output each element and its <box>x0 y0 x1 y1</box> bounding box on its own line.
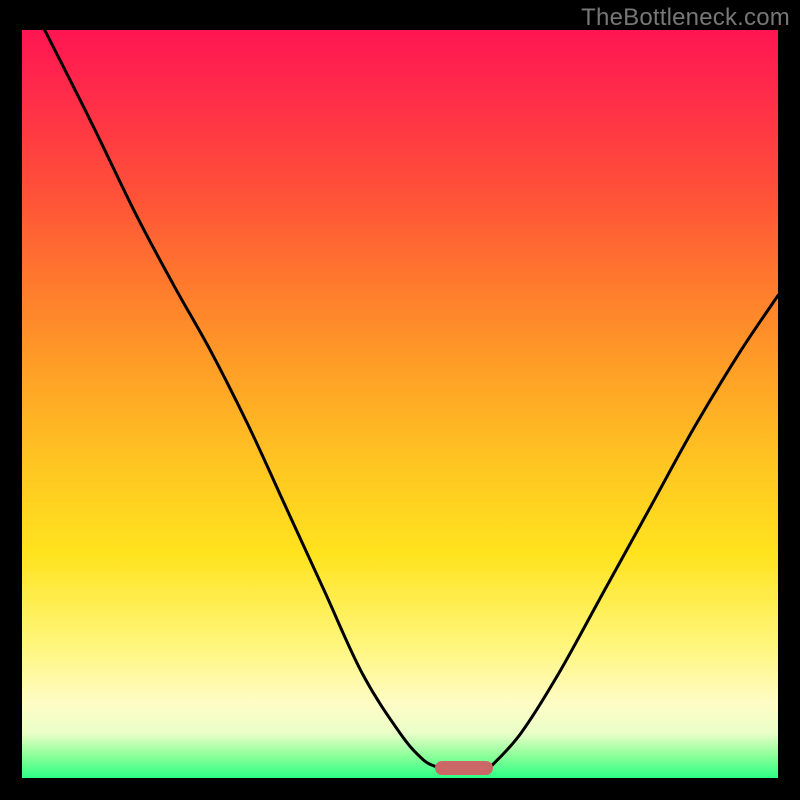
chart-frame: TheBottleneck.com <box>0 0 800 800</box>
plot-area <box>22 30 778 778</box>
curve-right-branch <box>491 296 778 767</box>
watermark-text: TheBottleneck.com <box>581 4 790 32</box>
bottleneck-curve <box>22 30 778 778</box>
curve-left-branch <box>45 30 437 767</box>
optimal-marker <box>435 761 493 775</box>
